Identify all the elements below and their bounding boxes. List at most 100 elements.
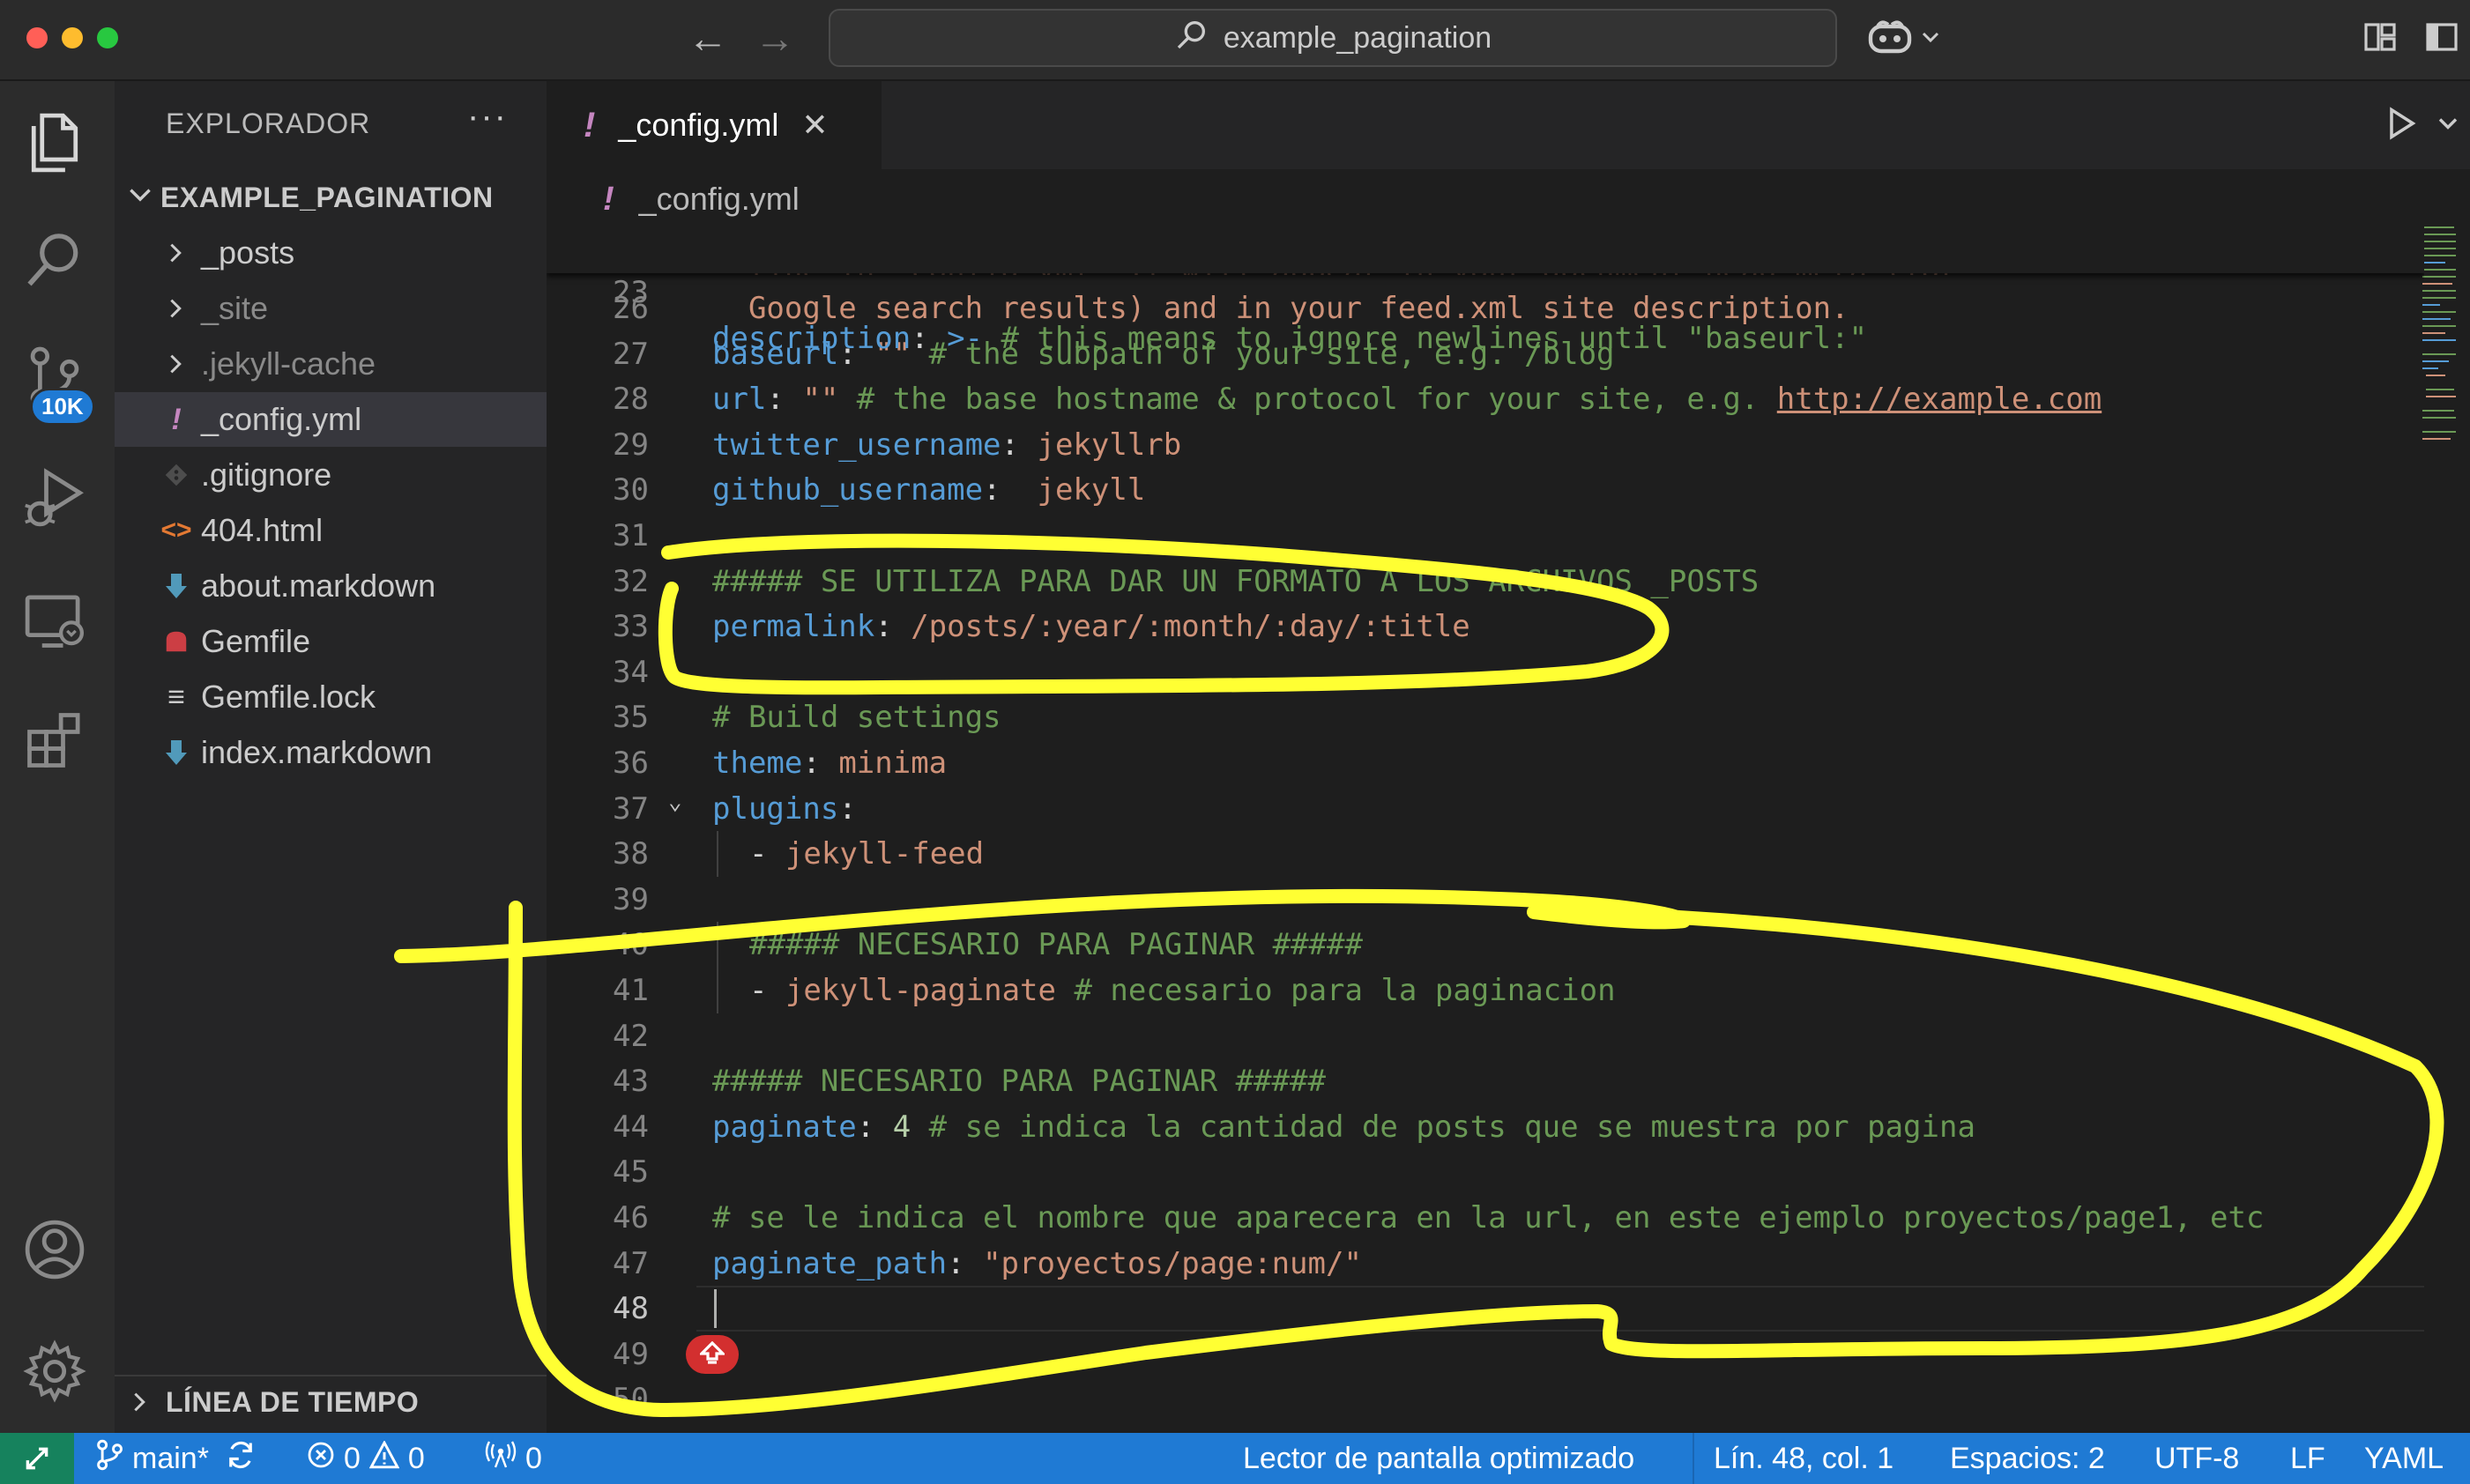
title-bar: ← → example_pagination [0,0,2470,81]
code-text: twitter_username: jekyllrb [712,422,1181,468]
code-line[interactable]: 35 # Build settings [547,694,2424,740]
code-line[interactable]: 44 paginate: 4 # se indica la cantidad de… [547,1104,2424,1150]
code-line[interactable]: 40 ##### NECESARIO PARA PAGINAR ##### [547,922,2424,968]
window-close-button[interactable] [26,27,48,48]
activity-bar: 10K [0,81,115,1433]
code-editor[interactable]: 23 description: >- # this means to ignor… [547,222,2424,1433]
code-line[interactable]: 39 [547,877,2424,923]
encoding-button[interactable]: UTF-8 [2154,1433,2239,1484]
code-line[interactable]: 31 [547,513,2424,559]
tree-item-label: _posts [201,234,295,271]
code-line[interactable]: 42 [547,1013,2424,1059]
customize-layout-icon[interactable] [2362,19,2398,59]
eol-button[interactable]: LF [2290,1433,2325,1484]
problems-button[interactable]: 0 0 [307,1433,425,1484]
code-line[interactable]: 36 theme: minima [547,740,2424,786]
code-line[interactable]: 45 [547,1149,2424,1195]
language-mode-button[interactable]: YAML [2364,1433,2444,1484]
sync-icon[interactable] [225,1439,257,1479]
code-token: 4 [892,1109,911,1145]
toggle-sidebar-icon[interactable] [2424,19,2459,59]
window-minimize-button[interactable] [62,27,83,48]
warning-count: 0 [407,1441,425,1475]
more-actions-button[interactable]: ··· [467,97,508,137]
cursor-position-button[interactable]: Lín. 48, col. 1 [1714,1433,1893,1484]
tree-item-posts-folder[interactable]: _posts [115,226,547,280]
yaml-file-icon: ! [603,180,614,218]
code-text: theme: minima [712,740,947,786]
tree-item-site-folder[interactable]: _site [115,281,547,336]
code-text: paginate_path: "proyectos/page:num/" [712,1241,1362,1287]
tree-item-label: .gitignore [201,456,332,493]
code-line[interactable]: 29 twitter_username: jekyllrb [547,422,2424,468]
back-arrow-icon[interactable]: ← [688,16,728,60]
forward-arrow-icon[interactable]: → [755,16,795,60]
explorer-title: EXPLORADOR [166,108,371,139]
tree-item-about-markdown[interactable]: about.markdown [115,559,547,613]
code-line[interactable]: 47 paginate_path: "proyectos/page:num/" [547,1241,2424,1287]
code-token: "proyectos/page:num/" [983,1246,1362,1281]
tab-config-yml[interactable]: ! _config.yml ✕ [547,81,882,169]
tree-item-jekyll-cache-folder[interactable]: .jekyll-cache [115,337,547,391]
account-icon[interactable] [19,1214,90,1285]
tree-item-404-html[interactable]: <> 404.html [115,503,547,558]
tree-item-index-markdown[interactable]: index.markdown [115,725,547,780]
fold-chevron-icon[interactable]: ⌄ [668,779,682,825]
code-text: paginate: 4 # se indica la cantidad de p… [712,1104,1975,1150]
tree-item-gemfile-lock[interactable]: ≡ Gemfile.lock [115,670,547,724]
chevron-down-icon[interactable] [2435,108,2461,144]
code-line[interactable]: 37 ⌄ plugins: [547,786,2424,832]
screen-reader-mode-button[interactable]: Lector de pantalla optimizado [1243,1433,1634,1484]
run-debug-icon[interactable] [19,462,90,532]
indentation-button[interactable]: Espacios: 2 [1950,1433,2105,1484]
code-line[interactable]: 32 ##### SE UTILIZA PARA DAR UN FORMATO A… [547,559,2424,605]
code-line[interactable]: 48 [547,1286,2424,1332]
git-branch-icon [95,1439,123,1479]
code-line[interactable]: 38 - jekyll-feed [547,831,2424,877]
copilot-menu-button[interactable] [1867,18,1941,61]
explorer-icon[interactable] [19,108,90,178]
command-center-search[interactable]: example_pagination [829,9,1837,67]
remote-indicator-button[interactable] [0,1433,74,1484]
run-icon[interactable] [2382,104,2421,147]
code-line[interactable]: 46 # se le indica el nombre que aparecera… [547,1195,2424,1241]
tree-item-gitignore[interactable]: .gitignore [115,448,547,502]
timeline-section-header[interactable]: LÍNEA DE TIEMPO [115,1375,547,1428]
diff-arrow-icon[interactable] [686,1335,739,1374]
sticky-scroll-line[interactable]: 23 description: >- # this means to ignor… [547,222,2424,356]
git-file-icon [159,457,194,493]
extensions-icon[interactable] [19,705,90,775]
breadcrumb[interactable]: ! _config.yml [547,169,2470,229]
code-line[interactable]: 28 url: "" # the base hostname & protocol… [547,376,2424,422]
code-line[interactable]: 34 [547,649,2424,695]
close-icon[interactable]: ✕ [801,107,828,144]
code-line[interactable]: 43 ##### NECESARIO PARA PAGINAR ##### [547,1058,2424,1104]
screen-reader-label: Lector de pantalla optimizado [1243,1441,1635,1475]
code-token: ##### SE UTILIZA PARA DAR UN FORMATO A L… [712,564,1760,599]
tree-item-config-yml[interactable]: ! _config.yml [115,392,547,447]
code-line[interactable]: 30 github_username: jekyll [547,467,2424,513]
code-line[interactable]: 41 - jekyll-paginate # necesario para la … [547,968,2424,1013]
code-token: twitter_username [712,427,1001,463]
project-folder-header[interactable]: EXAMPLE_PAGINATION [115,174,547,221]
ports-button[interactable]: 0 [485,1433,542,1484]
html-file-icon: <> [160,516,192,545]
git-branch-button[interactable]: main* [95,1433,257,1484]
code-token[interactable]: http://example.com [1777,382,2102,417]
code-line[interactable]: 33 permalink: /posts/:year/:month/:day/:t… [547,604,2424,649]
code-text: - jekyll-feed [749,831,984,877]
search-icon[interactable] [19,224,90,294]
window-maximize-button[interactable] [97,27,118,48]
code-line[interactable]: 49 [547,1332,2424,1377]
tree-item-label: Gemfile.lock [201,679,376,715]
code-token: paginate_path [712,1246,948,1281]
editor-scrollbar[interactable] [2456,222,2470,1433]
code-token: - [749,836,785,872]
tree-item-gemfile[interactable]: Gemfile [115,614,547,669]
breadcrumb-file[interactable]: _config.yml [639,181,800,218]
code-line[interactable]: 50 [547,1376,2424,1422]
settings-gear-icon[interactable] [19,1336,90,1406]
status-divider [1693,1433,1694,1484]
code-token: plugins [712,791,839,827]
remote-explorer-icon[interactable] [19,585,90,656]
